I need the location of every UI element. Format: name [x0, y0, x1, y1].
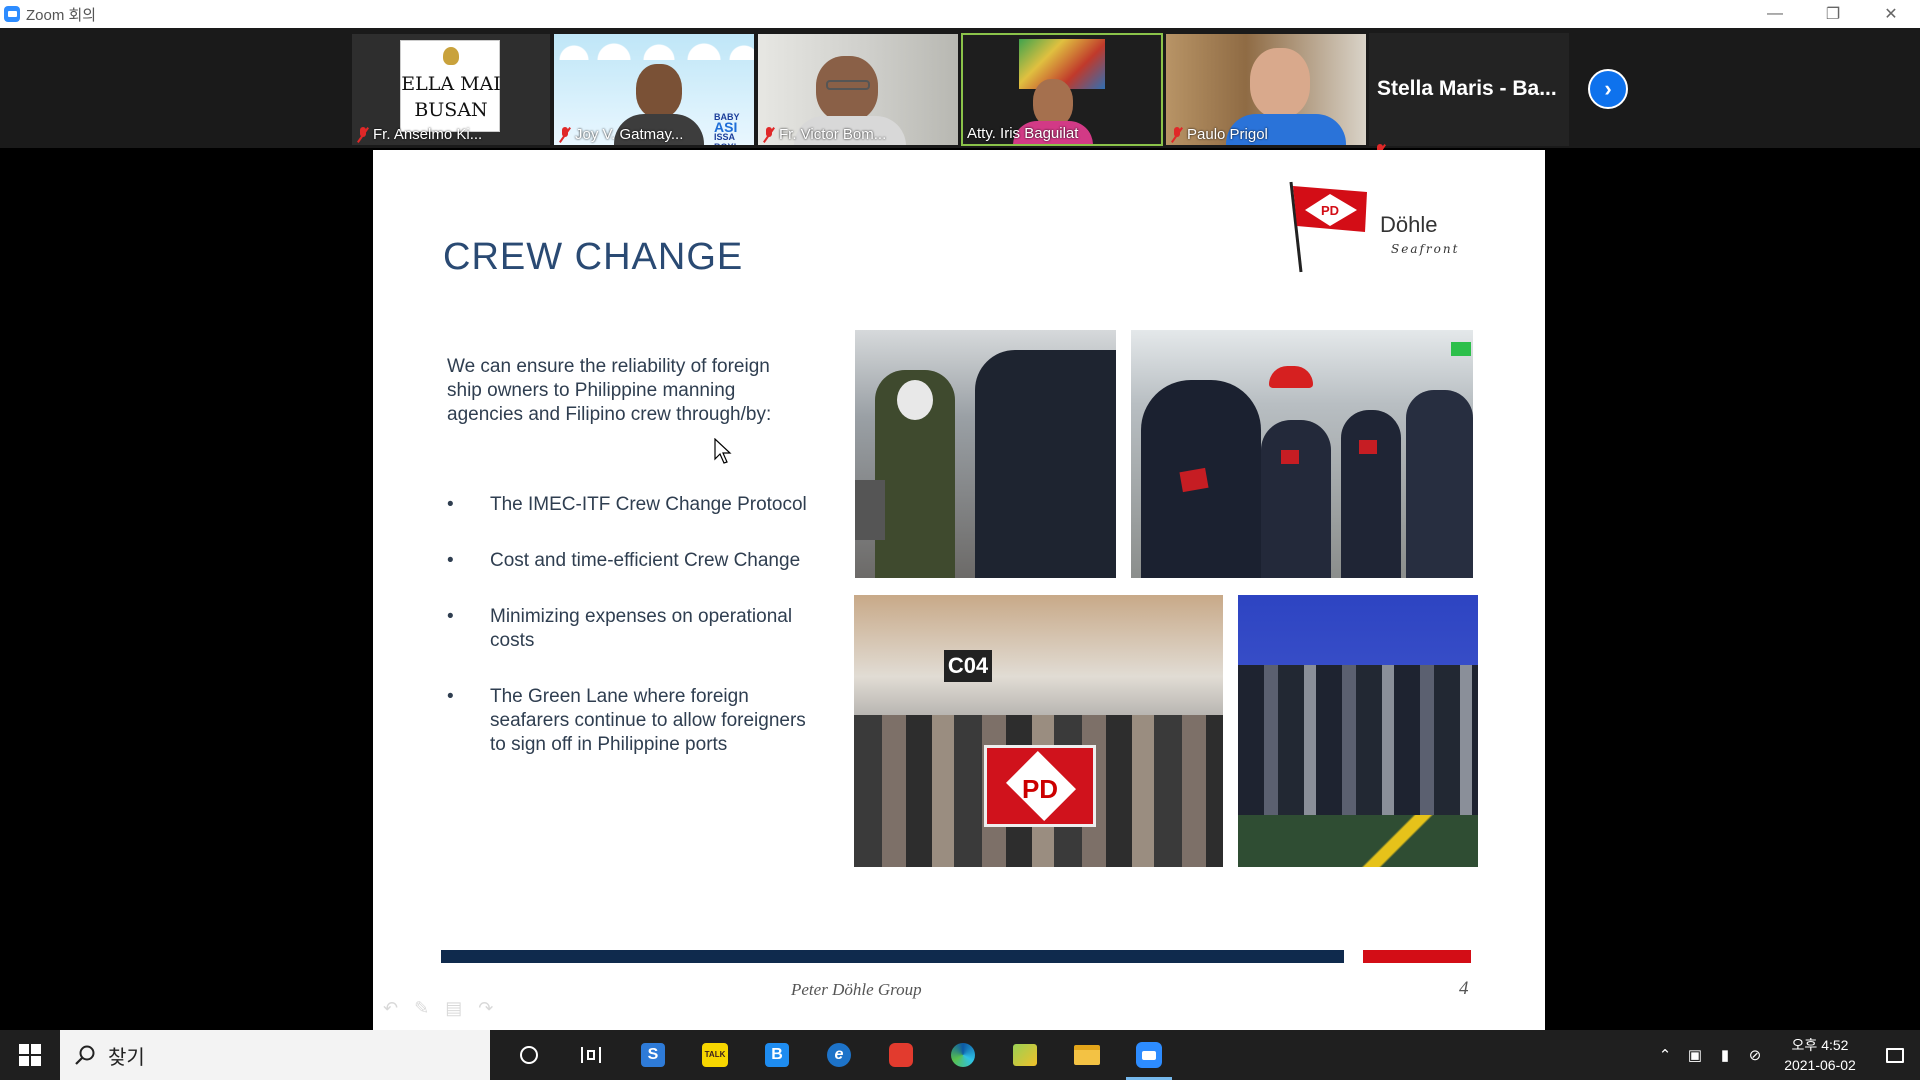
system-tray: ⌃ ▣ ▮ ⊘ 오후 4:52 2021-06-02: [1650, 1030, 1920, 1080]
clock-date: 2021-06-02: [1784, 1057, 1856, 1073]
gate-sign: C04: [944, 650, 992, 682]
sign-text-line1: ELLA MAI: [401, 73, 501, 95]
window-titlebar: Zoom 회의 — ❐ ✕: [0, 0, 1920, 28]
bullet-item: Cost and time-efficient Crew Change: [447, 549, 817, 573]
photo-crew-deck: [1238, 595, 1478, 867]
next-slide-icon[interactable]: ↷: [478, 998, 493, 1019]
kakaotalk-icon[interactable]: TALK: [684, 1030, 746, 1080]
app-red-icon[interactable]: [870, 1030, 932, 1080]
meet-now-icon[interactable]: ▣: [1680, 1046, 1710, 1064]
app-b-icon[interactable]: B: [746, 1030, 808, 1080]
bullet-item: The IMEC-ITF Crew Change Protocol: [447, 493, 817, 517]
sign-text-line2: BUSAN: [414, 99, 488, 121]
person-face: [1250, 48, 1310, 118]
shared-screen: CREW CHANGE PD Döhle Seafront We can ens…: [177, 150, 1740, 1030]
slide-title: CREW CHANGE: [443, 236, 744, 278]
search-icon: [75, 1045, 95, 1065]
chevron-right-icon: ›: [1604, 76, 1612, 101]
mic-muted-icon: [762, 126, 776, 143]
footer-bar-blue: [441, 950, 1344, 963]
presentation-slide: CREW CHANGE PD Döhle Seafront We can ens…: [373, 150, 1545, 1030]
pen-icon[interactable]: ✎: [414, 998, 429, 1019]
prev-slide-icon[interactable]: ↶: [383, 998, 398, 1019]
slide-intro-text: We can ensure the reliability of foreign…: [447, 356, 772, 425]
notification-center-icon[interactable]: [1870, 1047, 1920, 1063]
logo-brand: Döhle: [1380, 212, 1438, 237]
participant-strip: ELLA MAI BUSAN Fr. Anselmo Ki... BABY AS…: [0, 28, 1920, 148]
slideshow-nav-controls[interactable]: ↶ ✎ ▤ ↷: [383, 998, 493, 1019]
church-sign-image: ELLA MAI BUSAN: [400, 40, 501, 132]
mic-muted-icon: [1170, 126, 1184, 143]
windows-logo-icon: [19, 1044, 41, 1066]
menu-icon[interactable]: ▤: [445, 998, 462, 1019]
show-badge: BABY ASI ISSA BOY!: [714, 112, 740, 145]
participant-tile[interactable]: Fr. Victor Bom...: [757, 33, 959, 146]
start-button[interactable]: [0, 1030, 60, 1080]
footer-bar-red: [1363, 950, 1471, 963]
close-icon[interactable]: ✕: [1862, 0, 1920, 28]
photo-crew-backs: [1131, 330, 1473, 578]
photo-group-banner: C04 PD: [854, 595, 1223, 867]
clock-time: 오후 4:52: [1791, 1037, 1849, 1053]
next-participants-button[interactable]: ›: [1588, 69, 1628, 109]
task-view-icon[interactable]: [560, 1030, 622, 1080]
battery-icon[interactable]: ▮: [1710, 1046, 1740, 1064]
bullet-item: Minimizing expenses on operational costs: [447, 605, 817, 653]
bullet-item: The Green Lane where foreign seafarers c…: [447, 685, 817, 757]
glasses-icon: [826, 80, 870, 90]
participant-name: Atty. Iris Baguilat: [967, 125, 1079, 142]
maps-icon[interactable]: [994, 1030, 1056, 1080]
participant-name: Joy V. Gatmay...: [575, 126, 684, 143]
participant-tile[interactable]: BABY ASI ISSA BOY! Joy V. Gatmay...: [553, 33, 755, 146]
file-explorer-icon[interactable]: [1056, 1030, 1118, 1080]
logo-subtitle: Seafront: [1391, 242, 1460, 256]
participant-tile[interactable]: Paulo Prigol: [1165, 33, 1367, 146]
windows-taskbar: 찾기 S TALK B e ⌃ ▣ ▮ ⊘ 오후 4:52 2021-06-02: [0, 1030, 1920, 1080]
app-s-icon[interactable]: S: [622, 1030, 684, 1080]
slide-footer: Peter Döhle Group: [791, 980, 922, 999]
restore-icon[interactable]: ❐: [1804, 0, 1862, 28]
mic-muted-icon: [558, 126, 572, 143]
minimize-icon[interactable]: —: [1746, 0, 1804, 28]
person-face: [1033, 79, 1073, 127]
network-disconnected-icon[interactable]: ⊘: [1740, 1046, 1770, 1064]
dohle-logo: PD Döhle Seafront: [1283, 180, 1473, 280]
slide-page-number: 4: [1459, 978, 1469, 999]
search-label: 찾기: [108, 1046, 145, 1069]
ie-icon[interactable]: e: [808, 1030, 870, 1080]
person-face: [636, 64, 682, 118]
zoom-app-icon: [4, 6, 20, 22]
taskbar-clock[interactable]: 오후 4:52 2021-06-02: [1770, 1035, 1870, 1075]
zoom-taskbar-icon[interactable]: [1118, 1030, 1180, 1080]
window-title: Zoom 회의: [26, 6, 97, 24]
participant-tile[interactable]: ELLA MAI BUSAN Fr. Anselmo Ki...: [351, 33, 551, 146]
chevron-up-icon[interactable]: ⌃: [1650, 1046, 1680, 1064]
participant-tile-active-speaker[interactable]: Atty. Iris Baguilat: [961, 33, 1163, 146]
edge-icon[interactable]: [932, 1030, 994, 1080]
participant-name: Fr. Victor Bom...: [779, 126, 887, 143]
taskbar-search-box[interactable]: 찾기: [60, 1030, 490, 1080]
mouse-cursor-icon: [714, 438, 732, 464]
photo-crew-ppe: [855, 330, 1116, 578]
logo-flag-text: PD: [1321, 203, 1339, 218]
mic-muted-icon: [356, 126, 370, 143]
cortana-icon[interactable]: [498, 1030, 560, 1080]
participant-tile-name-only[interactable]: Stella Maris - Ba...: [1369, 33, 1569, 146]
participant-name: Stella Maris - Ba...: [1377, 77, 1557, 100]
participant-name: Paulo Prigol: [1187, 126, 1268, 143]
banner-text: PD: [1021, 774, 1059, 804]
participant-name: Fr. Anselmo Ki...: [373, 126, 483, 143]
pd-banner: PD: [984, 745, 1096, 827]
pd-flag-icon: PD: [1289, 181, 1367, 273]
slide-bullet-list: The IMEC-ITF Crew Change Protocol Cost a…: [447, 493, 817, 789]
